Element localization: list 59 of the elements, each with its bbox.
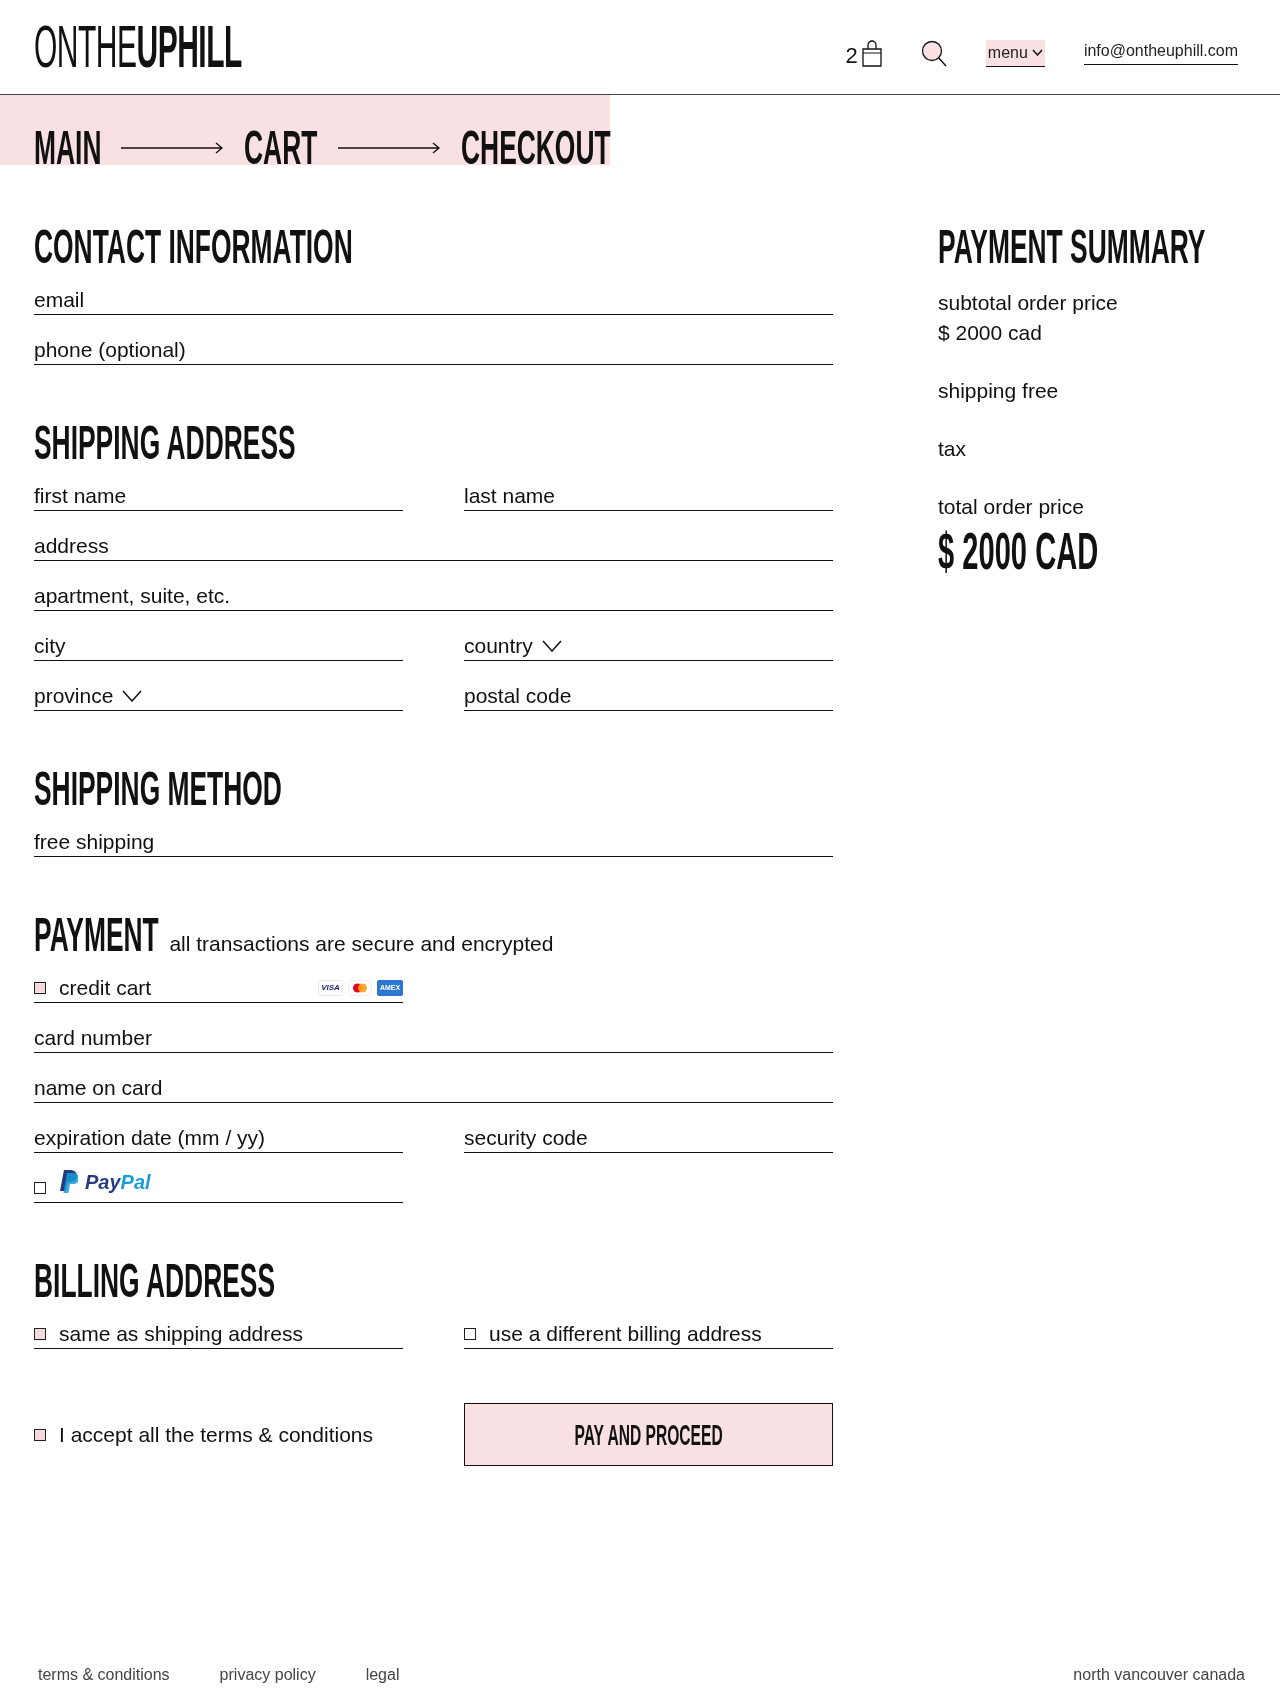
section-heading: SHIPPING METHOD xyxy=(34,765,282,813)
checkbox[interactable] xyxy=(464,1327,476,1340)
brand-logo[interactable]: ONTHEUPHILL xyxy=(34,17,242,77)
footer-link[interactable]: terms & conditions xyxy=(38,1665,170,1685)
input-field[interactable]: card number xyxy=(34,1015,833,1053)
dropdown-field[interactable]: province xyxy=(34,673,403,711)
visa-logo: VISA xyxy=(318,979,343,996)
breadcrumb-link[interactable]: CHECKOUT xyxy=(460,124,611,172)
chevron-down-icon xyxy=(1031,49,1043,56)
input-field[interactable]: last name xyxy=(464,473,833,511)
mastercard-icon xyxy=(348,979,372,996)
breadcrumb-link[interactable]: CART xyxy=(244,124,318,172)
input-field[interactable]: expiration date (mm / yy) xyxy=(34,1115,403,1153)
breadcrumb-link[interactable]: MAIN xyxy=(34,124,102,172)
summary-label: subtotal order price xyxy=(938,290,1118,316)
arrow-icon xyxy=(121,142,225,154)
input-field[interactable]: email xyxy=(34,277,833,315)
checkbox[interactable] xyxy=(34,1428,46,1441)
section-heading: SHIPPING ADDRESS xyxy=(34,419,296,467)
input-field[interactable]: city xyxy=(34,623,403,661)
total-amount: $ 2000 CAD xyxy=(938,525,1099,577)
section-heading: PAYMENT xyxy=(34,911,159,959)
paypal-icon xyxy=(60,1170,78,1193)
security-note: all transactions are secure and encrypted xyxy=(169,931,554,957)
pay-button[interactable]: PAY AND PROCEED xyxy=(464,1403,833,1466)
section-heading: PAYMENT SUMMARY xyxy=(938,223,1206,271)
summary-label: tax xyxy=(938,436,967,462)
dropdown-field[interactable]: country xyxy=(464,623,833,661)
checkbox[interactable] xyxy=(34,981,46,994)
checkbox[interactable] xyxy=(34,1181,46,1194)
arrow-icon xyxy=(337,142,441,154)
search-icon[interactable] xyxy=(920,39,947,67)
input-field[interactable]: name on card xyxy=(34,1065,833,1103)
summary-value: $ 2000 cad xyxy=(938,320,1043,346)
option-label: credit cart xyxy=(59,975,152,1000)
option-label: use a different billing address xyxy=(489,1321,762,1346)
email-link[interactable]: info@ontheuphill.com xyxy=(1083,41,1238,65)
summary-label: shipping free xyxy=(938,378,1060,404)
footer-link[interactable]: legal xyxy=(365,1665,400,1685)
location-text: north vancouver canada xyxy=(1073,1665,1245,1685)
input-field[interactable]: security code xyxy=(464,1115,833,1153)
input-field[interactable]: free shipping xyxy=(34,819,833,857)
summary-label: total order price xyxy=(938,494,1085,520)
cart-button[interactable]: 2 xyxy=(845,39,882,67)
input-field[interactable]: address xyxy=(34,523,833,561)
checkbox[interactable] xyxy=(34,1327,46,1340)
section-heading: CONTACT INFORMATION xyxy=(34,223,353,271)
chevron-down-icon xyxy=(122,689,143,702)
menu-button[interactable]: menu xyxy=(985,39,1045,67)
shopping-bag-icon xyxy=(861,39,882,67)
input-field[interactable]: first name xyxy=(34,473,403,511)
footer-link[interactable]: privacy policy xyxy=(219,1665,316,1685)
option-label: same as shipping address xyxy=(59,1321,303,1346)
input-field[interactable]: phone (optional) xyxy=(34,327,833,365)
chevron-down-icon xyxy=(541,639,562,652)
input-field[interactable]: postal code xyxy=(464,673,833,711)
terms-label: I accept all the terms & conditions xyxy=(59,1421,373,1448)
input-field[interactable]: apartment, suite, etc. xyxy=(34,573,833,611)
section-heading: BILLING ADDRESS xyxy=(34,1257,276,1305)
